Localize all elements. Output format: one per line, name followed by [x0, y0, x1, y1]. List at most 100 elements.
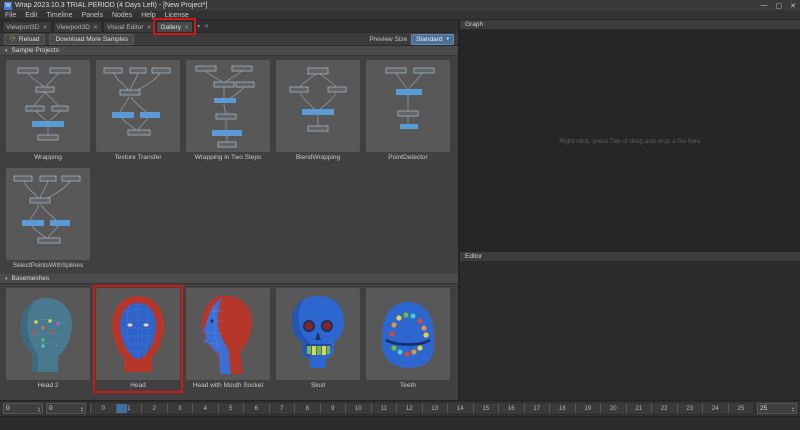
main-area: Viewport3D ✕ Viewport3D ✕ Visual Editor … — [0, 20, 800, 400]
menu-item-edit[interactable]: Edit — [25, 12, 37, 19]
head2-3d-thumbnail — [6, 288, 90, 380]
chevron-down-icon: ▾ — [446, 36, 449, 42]
timeline-tick[interactable]: 11 — [370, 403, 397, 414]
spinner-value: 0 — [49, 405, 53, 412]
gallery-item-label: Head 2 — [37, 382, 59, 389]
close-button[interactable]: ✕ — [790, 2, 796, 10]
timeline-tick[interactable]: 18 — [549, 403, 575, 414]
timeline-tick[interactable]: 2 — [141, 403, 167, 414]
editor-panel-header[interactable]: Editor — [460, 252, 800, 262]
spin-down-icon[interactable]: ▾ — [81, 408, 83, 412]
spinner-value: 25 — [760, 405, 768, 412]
timeline-tick[interactable]: 14 — [447, 403, 473, 414]
timeline-tick[interactable]: 12 — [396, 403, 422, 414]
tab-close-icon[interactable]: ✕ — [93, 24, 98, 31]
gallery-item-pointdetector[interactable]: PointDetector — [366, 60, 450, 162]
editor-panel-title: Editor — [465, 253, 482, 260]
tab-gallery[interactable]: Gallery ✕ — [156, 21, 194, 32]
gallery-item-wrapping-in-two-steps[interactable]: Wrapping in Two Steps — [186, 60, 270, 162]
timeline-tick[interactable]: 7 — [268, 403, 295, 414]
timeline-tick[interactable]: 24 — [702, 403, 728, 414]
timeline-end-frame-spinner[interactable]: 25 ▴ ▾ — [757, 403, 797, 414]
timeline-tick[interactable]: 5 — [217, 403, 244, 414]
gallery-item-selectpointswithsplines[interactable]: SelectPointsWithSplines — [6, 168, 90, 270]
timeline-start-frame-spinner[interactable]: 0 ▴ ▾ — [46, 403, 86, 414]
gallery-item-label: Teeth — [400, 382, 416, 389]
editor-canvas[interactable] — [460, 262, 800, 400]
menu-item-timeline[interactable]: Timeline — [46, 12, 72, 19]
graph-canvas[interactable]: Right click, press Tab or drag and drop … — [460, 30, 800, 252]
timeline-tick[interactable]: 19 — [574, 403, 601, 414]
panel-close-icon[interactable]: ✕ — [204, 23, 209, 30]
tab-viewport3d-2[interactable]: Viewport3D ✕ — [52, 21, 103, 32]
reload-button[interactable]: ⟳ Reload — [4, 33, 46, 45]
basemesh-item-head2[interactable]: Head 2 — [6, 288, 90, 390]
gallery-item-label: Wrapping — [34, 154, 62, 161]
graph-panel-header[interactable]: Graph — [460, 20, 800, 30]
gallery-item-blendwrapping[interactable]: BlendWrapping — [276, 60, 360, 162]
timeline-tick[interactable]: 9 — [319, 403, 346, 414]
timeline-tick[interactable]: 4 — [192, 403, 218, 414]
skull-3d-thumbnail — [276, 288, 360, 380]
timeline-tick[interactable]: 22 — [651, 403, 677, 414]
sample-projects-grid: Wrapping Texture Transfer Wrapping in Tw… — [0, 56, 458, 274]
spin-down-icon[interactable]: ▾ — [792, 408, 794, 412]
preview-size-select[interactable]: Standard ▾ — [411, 33, 454, 45]
timeline-tick[interactable]: 0 — [90, 403, 116, 414]
timeline-tick[interactable]: 3 — [166, 403, 193, 414]
status-bar — [0, 416, 800, 430]
right-pane: Graph Right click, press Tab or drag and… — [458, 20, 800, 400]
menu-item-panels[interactable]: Panels — [82, 12, 103, 19]
timeline-tick[interactable]: 17 — [523, 403, 550, 414]
timeline-tick[interactable]: 8 — [294, 403, 320, 414]
preview-size-label: Preview Size — [369, 35, 408, 43]
basemesh-item-head-with-mouth-socket[interactable]: Head with Mouth Socket — [186, 288, 270, 390]
tab-close-icon[interactable]: ✕ — [42, 24, 47, 31]
graph-panel-title: Graph — [465, 21, 484, 28]
spin-down-icon[interactable]: ▾ — [38, 408, 40, 412]
timeline-tick[interactable]: 16 — [498, 403, 524, 414]
tab-viewport3d-1[interactable]: Viewport3D ✕ — [2, 21, 52, 32]
timeline-tick[interactable]: 10 — [345, 403, 371, 414]
maximize-button[interactable]: ▢ — [776, 2, 783, 10]
section-title: Basemeshes — [11, 275, 50, 282]
gallery-item-texture-transfer[interactable]: Texture Transfer — [96, 60, 180, 162]
basemesh-item-head[interactable]: Head — [96, 288, 180, 390]
timeline-tick[interactable]: 13 — [421, 403, 448, 414]
timeline-ruler[interactable]: 0 1 2 3 4 5 6 7 8 9 10 11 12 13 14 15 16 17 18 19 20 21 22 23 24… — [89, 402, 754, 415]
basemesh-item-teeth[interactable]: Teeth — [366, 288, 450, 390]
left-pane: Viewport3D ✕ Viewport3D ✕ Visual Editor … — [0, 20, 458, 400]
tab-visual-editor[interactable]: Visual Editor ✕ — [103, 21, 156, 32]
section-header-sample-projects[interactable]: ▾ Sample Projects — [0, 46, 458, 56]
timeline-tick[interactable]: 21 — [625, 403, 652, 414]
menu-item-license[interactable]: License — [165, 12, 189, 19]
basemesh-item-skull[interactable]: Skull — [276, 288, 360, 390]
tab-close-icon[interactable]: ✕ — [184, 24, 189, 31]
timeline-playhead[interactable] — [117, 404, 128, 413]
app-window: W Wrap 2023.10.3 TRIAL PERIOD (4 Days Le… — [0, 0, 800, 430]
download-label: Download More Samples — [55, 35, 129, 43]
minimize-button[interactable]: — — [761, 2, 768, 10]
app-icon: W — [4, 1, 12, 10]
timeline-tick[interactable]: 15 — [472, 403, 499, 414]
gallery-item-label: Texture Transfer — [114, 154, 162, 161]
timeline-tick[interactable]: 6 — [243, 403, 269, 414]
undock-icon[interactable]: ▾ — [197, 23, 200, 30]
menu-item-help[interactable]: Help — [141, 12, 155, 19]
menu-item-nodes[interactable]: Nodes — [112, 12, 132, 19]
collapse-arrow-icon: ▾ — [5, 275, 8, 282]
timeline-tick[interactable]: 20 — [600, 403, 626, 414]
gallery-item-wrapping[interactable]: Wrapping — [6, 60, 90, 162]
reload-label: Reload — [18, 35, 40, 43]
timeline-current-frame-spinner[interactable]: 0 ▴ ▾ — [3, 403, 43, 414]
download-more-samples-button[interactable]: Download More Samples — [49, 33, 135, 45]
window-controls: — ▢ ✕ — [761, 2, 797, 10]
head-profile-3d-thumbnail — [186, 288, 270, 380]
tab-close-icon[interactable]: ✕ — [146, 24, 151, 31]
tab-label: Visual Editor — [107, 23, 144, 31]
gallery-toolbar: ⟳ Reload Download More Samples Preview S… — [0, 32, 458, 46]
menu-item-file[interactable]: File — [5, 12, 16, 19]
timeline-tick[interactable]: 23 — [676, 403, 703, 414]
timeline-tick[interactable]: 25 — [727, 403, 754, 414]
section-header-basemeshes[interactable]: ▾ Basemeshes — [0, 274, 458, 284]
